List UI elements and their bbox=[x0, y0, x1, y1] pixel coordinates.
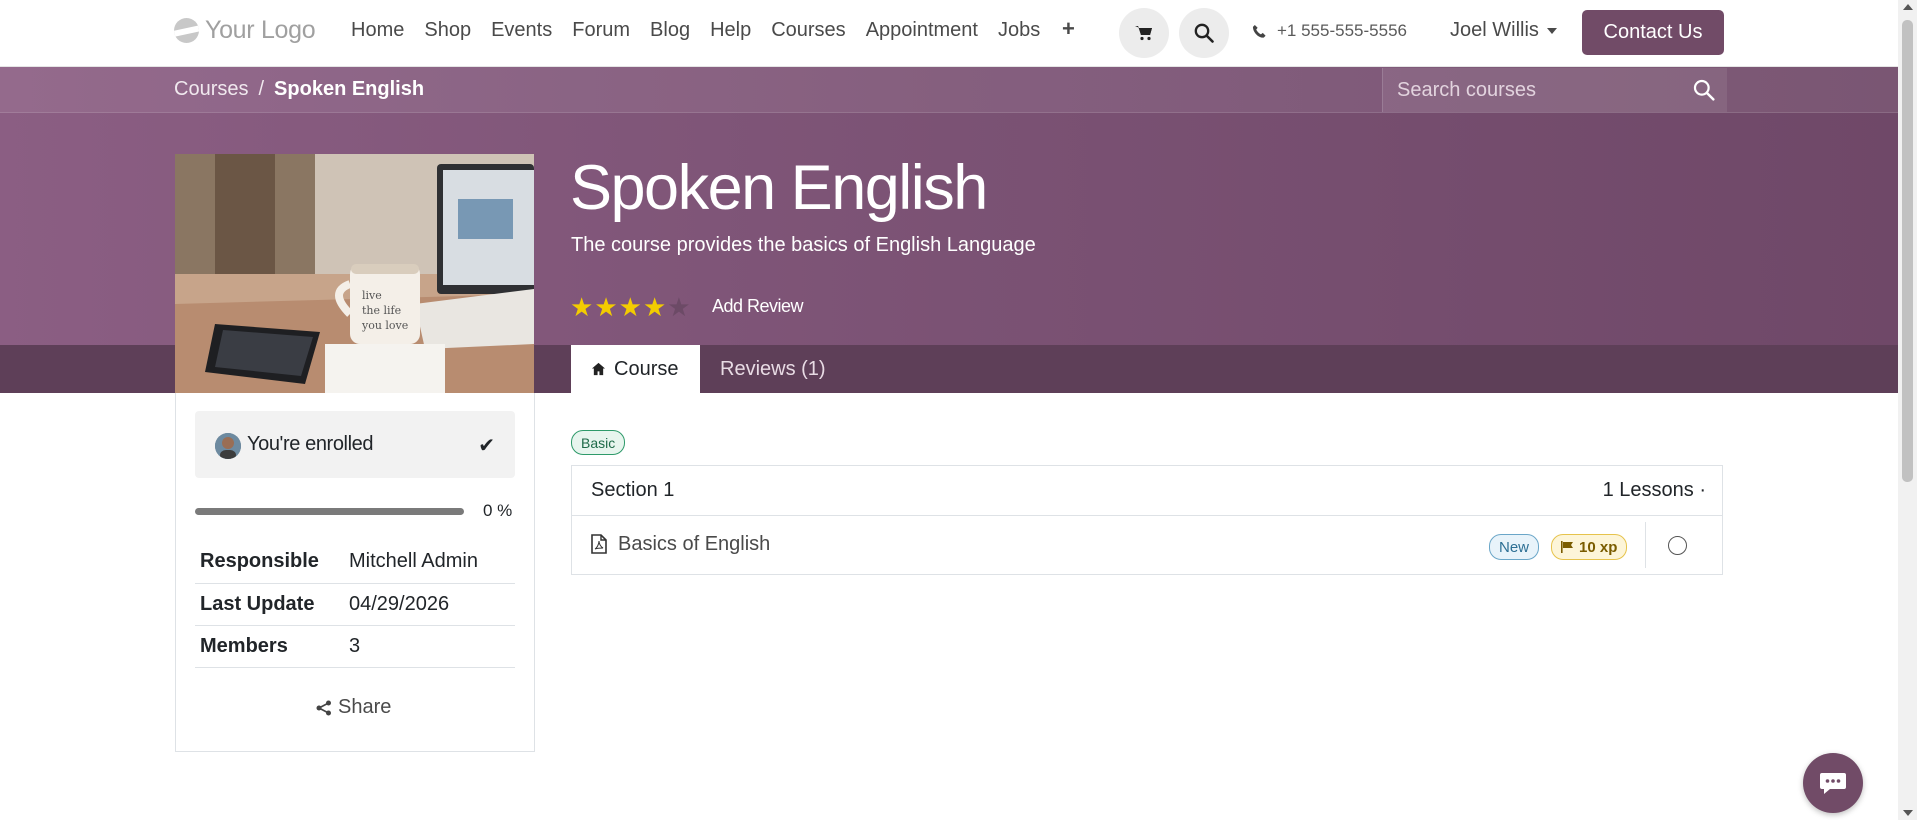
star-icon: ★ bbox=[642, 292, 667, 322]
star-icon: ★ bbox=[618, 292, 642, 322]
svg-text:the life: the life bbox=[362, 304, 401, 317]
enrolled-label: You're enrolled bbox=[247, 433, 374, 455]
info-key: Members bbox=[195, 625, 344, 668]
svg-text:live: live bbox=[362, 289, 382, 302]
tab-course[interactable]: Course bbox=[571, 345, 700, 393]
breadcrumb-courses[interactable]: Courses bbox=[174, 78, 248, 101]
lesson-complete-checkbox[interactable] bbox=[1668, 536, 1687, 555]
chat-icon bbox=[1820, 773, 1846, 794]
course-section: Section 1 1 Lessons · Basics of English … bbox=[571, 465, 1723, 575]
breadcrumb: Courses / Spoken English bbox=[174, 78, 424, 101]
nav-plus-button[interactable]: + bbox=[1062, 16, 1075, 42]
lessons-count: 1 Lessons · bbox=[1602, 479, 1706, 501]
xp-label: 10 xp bbox=[1579, 538, 1618, 556]
info-value: 04/29/2026 bbox=[344, 583, 515, 626]
contact-us-button[interactable]: Contact Us bbox=[1582, 10, 1724, 55]
course-subtitle: The course provides the basics of Englis… bbox=[571, 234, 1036, 256]
nav-events[interactable]: Events bbox=[491, 19, 552, 42]
nav-home[interactable]: Home bbox=[351, 19, 404, 42]
share-label: Share bbox=[338, 696, 392, 718]
user-name: Joel Willis bbox=[1450, 19, 1539, 41]
table-row: Last Update 04/29/2026 bbox=[195, 583, 515, 626]
phone-number: +1 555-555-5556 bbox=[1277, 21, 1407, 40]
enrolled-status: You're enrolled ✔ bbox=[195, 411, 515, 478]
user-menu[interactable]: Joel Willis bbox=[1450, 19, 1557, 42]
rating-stars: ★ ★ ★ ★ ★ bbox=[570, 294, 691, 320]
breadcrumb-current: Spoken English bbox=[274, 78, 425, 100]
course-search bbox=[1382, 68, 1727, 112]
scroll-up-arrow-icon[interactable] bbox=[1903, 4, 1913, 10]
page-scrollbar[interactable] bbox=[1898, 0, 1917, 820]
add-review-link[interactable]: Add Review bbox=[712, 296, 804, 317]
cover-illustration: live the life you love bbox=[175, 154, 534, 393]
info-key: Responsible bbox=[195, 541, 344, 584]
course-info-table: Responsible Mitchell Admin Last Update 0… bbox=[195, 541, 515, 668]
check-icon: ✔ bbox=[478, 435, 495, 457]
star-empty-icon: ★ bbox=[667, 292, 691, 322]
level-badge: Basic bbox=[571, 430, 626, 455]
info-value: Mitchell Admin bbox=[344, 541, 515, 584]
progress-bar bbox=[195, 508, 464, 515]
star-icon: ★ bbox=[594, 292, 618, 322]
nav-help[interactable]: Help bbox=[710, 19, 751, 42]
nav-forum[interactable]: Forum bbox=[572, 19, 630, 42]
info-value: 3 bbox=[344, 625, 515, 668]
live-chat-button[interactable] bbox=[1803, 753, 1863, 813]
nav-appointment[interactable]: Appointment bbox=[866, 19, 978, 42]
lesson-title-link[interactable]: Basics of English bbox=[618, 533, 770, 556]
breadcrumb-separator: / bbox=[258, 78, 265, 100]
share-button[interactable]: Share bbox=[316, 696, 391, 719]
course-cover-image: live the life you love bbox=[175, 154, 534, 393]
section-title: Section 1 bbox=[591, 479, 675, 501]
search-icon[interactable] bbox=[1693, 79, 1715, 101]
page: Your Logo Home Shop Events Forum Blog He… bbox=[0, 0, 1917, 820]
table-row: Members 3 bbox=[195, 625, 515, 668]
pdf-file-icon bbox=[591, 534, 607, 554]
divider bbox=[1645, 522, 1646, 568]
section-header: Section 1 1 Lessons · bbox=[572, 466, 1722, 516]
table-row: Responsible Mitchell Admin bbox=[195, 541, 515, 584]
search-courses-input[interactable] bbox=[1397, 78, 1677, 102]
nav-shop[interactable]: Shop bbox=[424, 19, 471, 42]
search-icon bbox=[1194, 23, 1214, 43]
logo[interactable]: Your Logo bbox=[174, 16, 316, 45]
share-icon bbox=[316, 700, 331, 715]
tab-course-label: Course bbox=[614, 357, 679, 380]
home-icon bbox=[591, 362, 606, 376]
avatar bbox=[215, 433, 241, 459]
nav-jobs[interactable]: Jobs bbox=[998, 19, 1040, 42]
cart-button[interactable] bbox=[1119, 8, 1169, 58]
search-button[interactable] bbox=[1179, 8, 1229, 58]
scroll-down-arrow-icon[interactable] bbox=[1903, 810, 1913, 816]
course-title: Spoken English bbox=[570, 153, 988, 223]
info-key: Last Update bbox=[195, 583, 344, 626]
logo-icon bbox=[174, 18, 199, 43]
list-item[interactable]: Basics of English New 10 xp bbox=[572, 516, 1722, 574]
phone-link[interactable]: +1 555-555-5556 bbox=[1252, 21, 1407, 41]
new-badge: New bbox=[1489, 534, 1540, 560]
breadcrumb-bar: Courses / Spoken English bbox=[0, 67, 1898, 113]
svg-text:you love: you love bbox=[361, 319, 408, 332]
phone-icon bbox=[1252, 24, 1266, 38]
tab-reviews[interactable]: Reviews (1) bbox=[700, 345, 846, 393]
cart-icon bbox=[1135, 26, 1152, 41]
nav-links: Home Shop Events Forum Blog Help Courses… bbox=[351, 19, 1060, 42]
scroll-thumb[interactable] bbox=[1902, 20, 1913, 482]
top-navbar: Your Logo Home Shop Events Forum Blog He… bbox=[0, 0, 1898, 67]
tab-reviews-label: Reviews (1) bbox=[720, 357, 826, 380]
flag-icon bbox=[1561, 541, 1573, 553]
xp-badge: 10 xp bbox=[1551, 534, 1628, 560]
star-icon: ★ bbox=[570, 292, 594, 322]
logo-text: Your Logo bbox=[205, 16, 316, 44]
caret-down-icon bbox=[1546, 27, 1557, 34]
nav-courses[interactable]: Courses bbox=[771, 19, 845, 42]
course-sidebar: You're enrolled ✔ 0 % Responsible Mitche… bbox=[175, 393, 535, 752]
nav-blog[interactable]: Blog bbox=[650, 19, 690, 42]
progress-percent: 0 % bbox=[483, 501, 513, 520]
